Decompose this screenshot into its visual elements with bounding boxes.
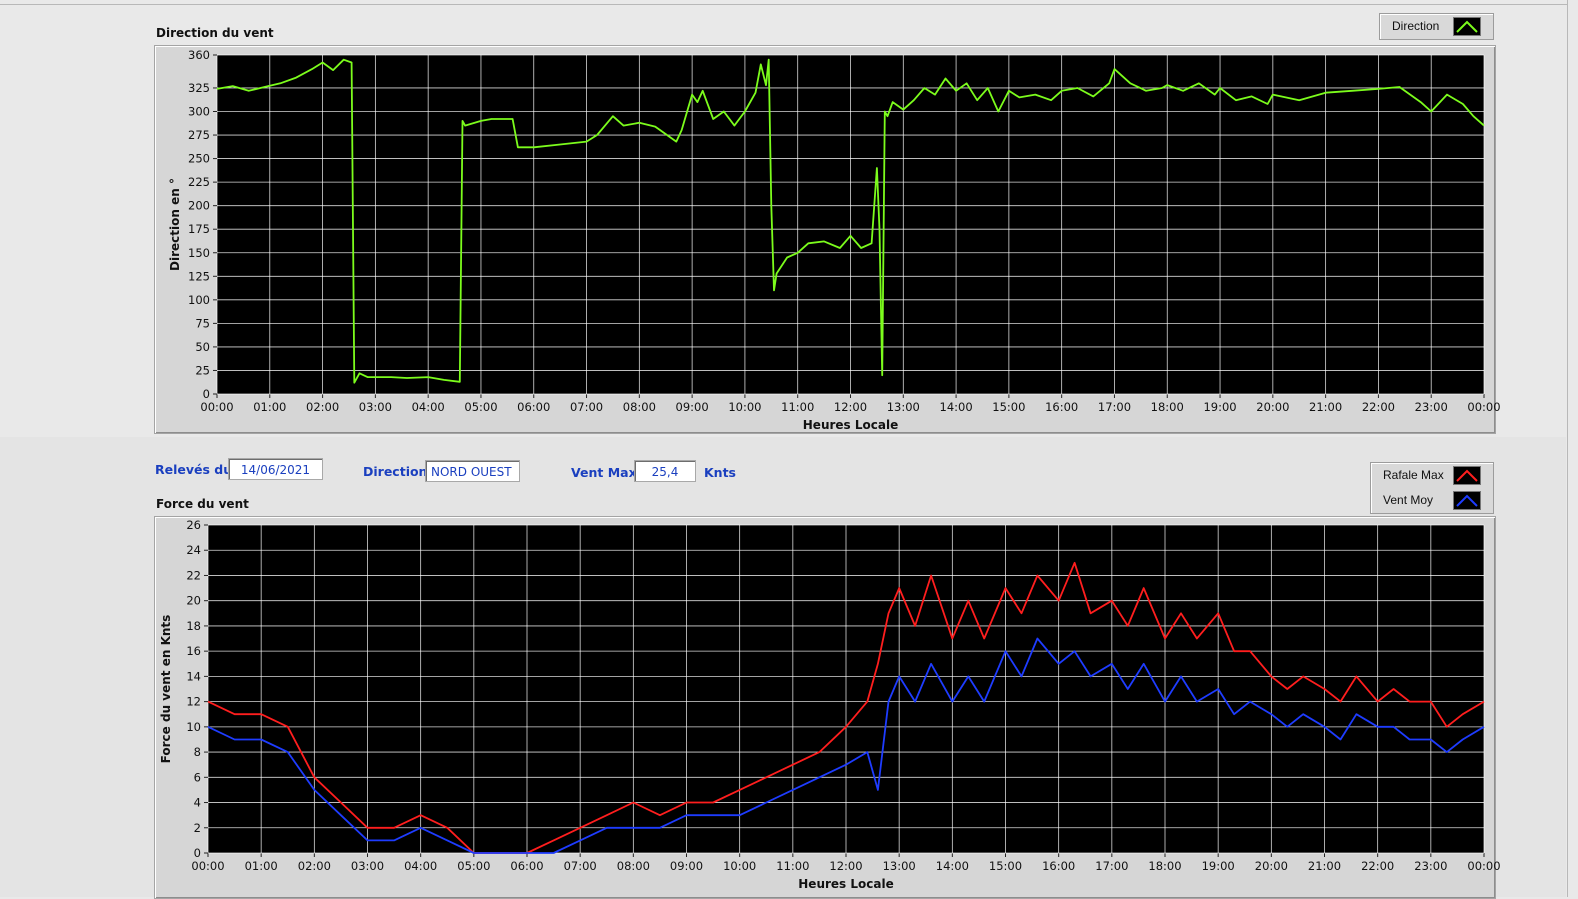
- force-x-tick-label: 08:00: [617, 859, 650, 873]
- force-chart: 00:00 01:00 02:00 03:00 04:00 05:00 06:00 07:00…: [159, 518, 1501, 891]
- force-y-tick-label: 26: [186, 518, 201, 532]
- force-y-tick-label: 14: [186, 669, 201, 683]
- force-x-tick-label: 14:00: [936, 859, 969, 873]
- force-x-tick-label: 13:00: [883, 859, 916, 873]
- force-y-tick-label: 10: [186, 720, 201, 734]
- force-y-tick-label: 4: [194, 796, 201, 810]
- force-x-tick-label: 02:00: [298, 859, 331, 873]
- force-x-tick-label: 16:00: [1042, 859, 1075, 873]
- force-x-tick-label: 04:00: [404, 859, 437, 873]
- force-x-tick-label: 18:00: [1148, 859, 1181, 873]
- force-x-tick-label: 07:00: [564, 859, 597, 873]
- force-x-tick-label: 11:00: [776, 859, 809, 873]
- force-y-tick-label: 2: [194, 821, 201, 835]
- force-x-tick-label: 00:00: [1467, 859, 1500, 873]
- force-x-tick-label: 03:00: [351, 859, 384, 873]
- force-x-tick-label: 09:00: [670, 859, 703, 873]
- force-x-axis-label: Heures Locale: [798, 877, 893, 891]
- force-y-tick-label: 24: [186, 543, 201, 557]
- force-x-tick-label: 17:00: [1095, 859, 1128, 873]
- force-x-tick-label: 10:00: [723, 859, 756, 873]
- force-y-tick-label: 12: [186, 695, 201, 709]
- force-y-tick-label: 18: [186, 619, 201, 633]
- force-x-tick-label: 21:00: [1308, 859, 1341, 873]
- force-y-tick-label: 0: [194, 846, 201, 860]
- force-x-tick-label: 00:00: [191, 859, 224, 873]
- force-x-tick-label: 15:00: [989, 859, 1022, 873]
- force-y-axis-label: Force du vent en Knts: [159, 615, 173, 764]
- force-x-tick-label: 20:00: [1255, 859, 1288, 873]
- force-x-tick-label: 01:00: [245, 859, 278, 873]
- force-x-tick-label: 12:00: [829, 859, 862, 873]
- force-y-tick-label: 16: [186, 644, 201, 658]
- force-x-tick-label: 22:00: [1361, 859, 1394, 873]
- force-y-tick-label: 20: [186, 594, 201, 608]
- force-y-tick-label: 8: [194, 745, 201, 759]
- force-y-tick-label: 6: [194, 770, 201, 784]
- force-y-tick-label: 22: [186, 568, 201, 582]
- force-x-tick-label: 23:00: [1414, 859, 1447, 873]
- force-x-tick-label: 06:00: [510, 859, 543, 873]
- force-x-tick-label: 19:00: [1202, 859, 1235, 873]
- force-x-tick-label: 05:00: [457, 859, 490, 873]
